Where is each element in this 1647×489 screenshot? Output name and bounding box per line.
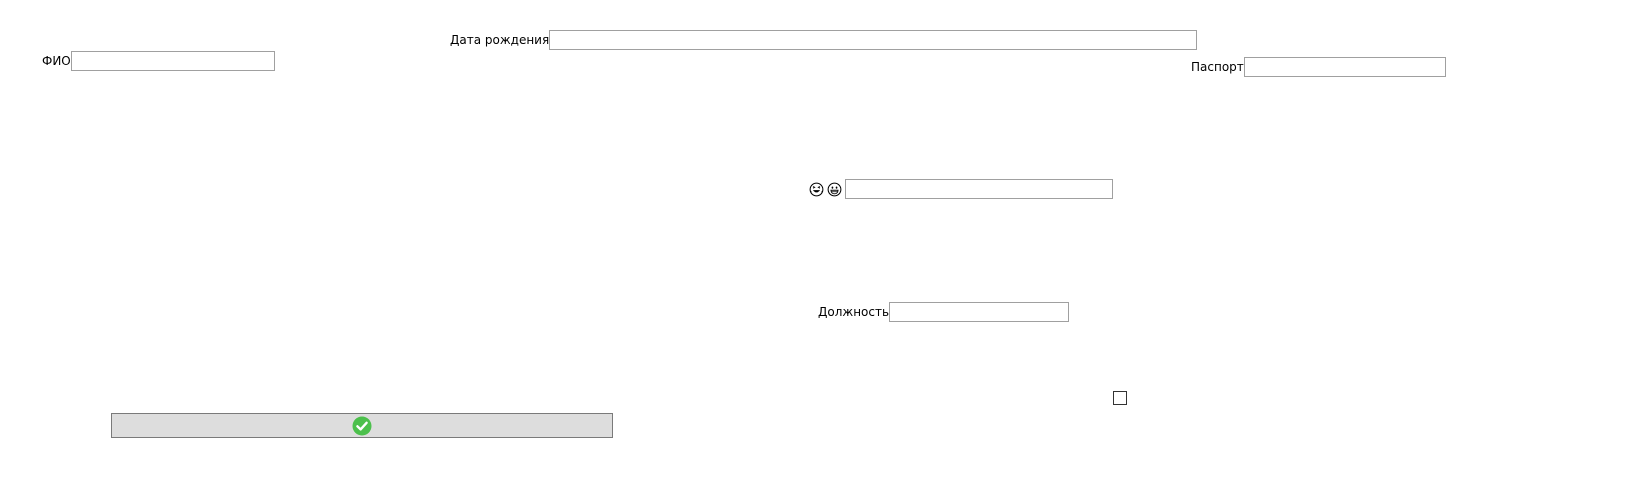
submit-button[interactable] bbox=[111, 413, 613, 438]
fio-field-group: ФИО bbox=[42, 51, 275, 71]
position-input[interactable] bbox=[889, 302, 1070, 322]
grinning-face-icon bbox=[827, 182, 842, 196]
position-label: Должность bbox=[818, 305, 890, 319]
passport-field-group: Паспорт bbox=[1191, 57, 1446, 77]
fio-input[interactable] bbox=[70, 51, 275, 71]
passport-input[interactable] bbox=[1243, 57, 1446, 77]
green-check-icon bbox=[352, 416, 372, 435]
birth-date-field-group: Дата рождения bbox=[450, 30, 1198, 50]
emoji-field-input[interactable] bbox=[845, 179, 1113, 199]
emoji-field-group bbox=[809, 179, 1113, 199]
birth-date-label: Дата рождения bbox=[450, 33, 550, 47]
form-window: ФИО Дата рождения Паспорт Должность bbox=[0, 0, 1647, 489]
checkbox[interactable] bbox=[1113, 391, 1127, 405]
birth-date-input[interactable] bbox=[549, 30, 1198, 50]
fio-label: ФИО bbox=[42, 54, 71, 68]
laughing-face-icon bbox=[809, 182, 824, 196]
position-field-group: Должность bbox=[818, 302, 1070, 322]
passport-label: Паспорт bbox=[1191, 60, 1244, 74]
